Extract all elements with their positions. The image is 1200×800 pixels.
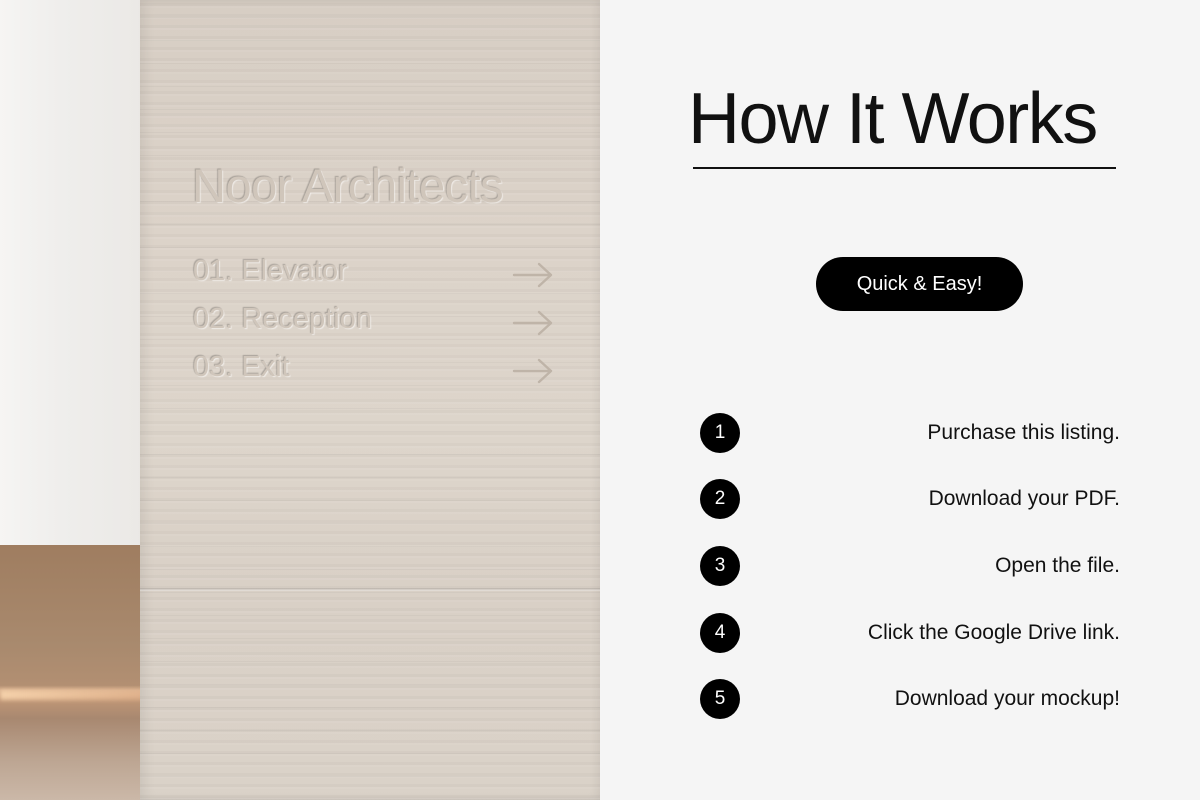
sign-title: Noor Architects xyxy=(192,159,504,212)
step-item: 2 Download your PDF. xyxy=(700,479,1120,519)
title-underline xyxy=(693,167,1116,169)
arrow-right-icon xyxy=(512,310,553,336)
arrow-right-icon xyxy=(512,262,553,288)
step-item: 5 Download your mockup! xyxy=(700,679,1120,719)
travertine-stone-wall xyxy=(140,0,600,800)
light-strip xyxy=(0,690,145,700)
arrow-right-icon xyxy=(512,358,553,384)
step-number-badge: 1 xyxy=(700,413,740,453)
step-number-badge: 5 xyxy=(700,679,740,719)
signage-photo: Noor Architects 01. Elevator 02. Recepti… xyxy=(0,0,600,800)
quick-easy-badge: Quick & Easy! xyxy=(816,257,1023,311)
sign-row-exit: 03. Exit xyxy=(193,351,290,383)
sign-row-reception: 02. Reception xyxy=(193,303,372,335)
instructions-panel: How It Works Quick & Easy! 1 Purchase th… xyxy=(600,0,1200,800)
stone-seam xyxy=(140,588,600,591)
step-text: Download your PDF. xyxy=(928,487,1120,510)
step-item: 4 Click the Google Drive link. xyxy=(700,613,1120,653)
sign-row-elevator: 01. Elevator xyxy=(193,255,348,287)
step-text: Open the file. xyxy=(995,554,1120,577)
step-number-badge: 2 xyxy=(700,479,740,519)
step-item: 3 Open the file. xyxy=(700,546,1120,586)
step-text: Purchase this listing. xyxy=(927,421,1120,444)
step-text: Download your mockup! xyxy=(894,687,1120,710)
step-item: 1 Purchase this listing. xyxy=(700,413,1120,453)
step-number-badge: 3 xyxy=(700,546,740,586)
page-title: How It Works xyxy=(688,79,1098,159)
blurred-wood-background xyxy=(0,545,145,800)
step-text: Click the Google Drive link. xyxy=(867,621,1120,644)
step-number-badge: 4 xyxy=(700,613,740,653)
